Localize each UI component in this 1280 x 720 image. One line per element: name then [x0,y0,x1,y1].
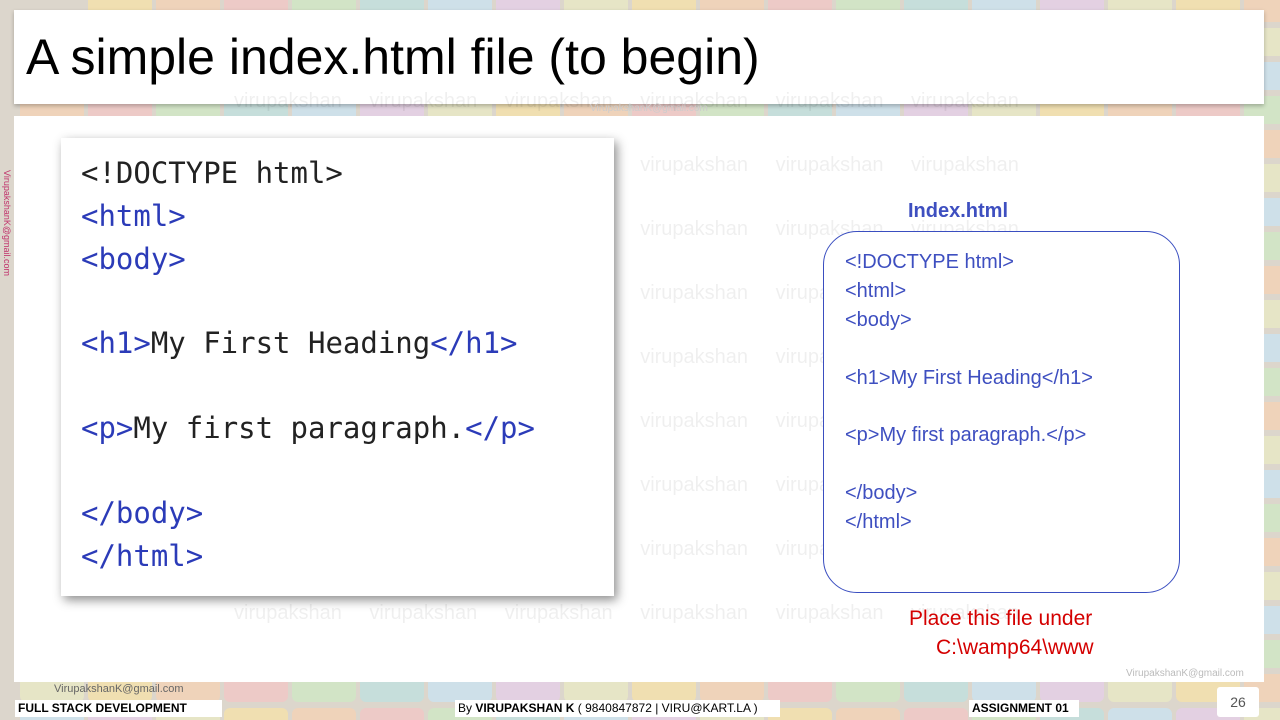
background-tile [836,708,900,720]
code-line: <body> [81,242,186,276]
code-box: <!DOCTYPE html> <html> <body> <h1>My Fir… [823,231,1180,593]
background-tile [360,708,424,720]
slide-content: virupakshan virupakshan virupakshan viru… [14,90,1264,682]
code-line: <p>My first paragraph.</p> [81,411,535,445]
footer-author-contact: ( 9840847872 | VIRU@KART.LA ) [574,701,758,715]
code-line: <!DOCTYPE html> [81,156,343,190]
code-line: <html> [81,199,186,233]
background-tile [904,708,968,720]
footer-course-label: FULL STACK DEVELOPMENT [18,701,187,715]
file-location-note: Place this file under C:\wamp64\www [909,604,1094,662]
code-screenshot: <!DOCTYPE html> <html> <body> <h1>My Fir… [61,138,614,596]
code-box-line: </html> [845,511,912,533]
background-tile [224,708,288,720]
footer-author-name: VIRUPAKSHAN K [475,701,575,715]
code-box-line: </body> [845,482,918,504]
footer-author-prefix: By [458,701,476,715]
watermark-row: virupakshan virupakshan virupakshan viru… [234,90,1019,112]
note-line-2: C:\wamp64\www [936,636,1094,659]
side-email: VirupakshanK@gmail.com [2,170,12,277]
slide-title: A simple index.html file (to begin) [26,29,760,85]
page-number: 26 [1217,687,1259,717]
code-box-line: <!DOCTYPE html> [845,251,1014,273]
note-line-1: Place this file under [909,607,1093,630]
code-box-line: <html> [845,280,907,302]
code-box-line: <h1>My First Heading</h1> [845,367,1093,389]
background-tile [292,708,356,720]
footer-author: By VIRUPAKSHAN K ( 9840847872 | VIRU@KAR… [455,700,780,717]
footer-assignment: ASSIGNMENT 01 [969,700,1079,717]
watermark-row: virupakshan virupakshan virupakshan viru… [234,602,1019,624]
code-box-title: Index.html [908,200,1009,222]
code-line: <h1>My First Heading</h1> [81,326,518,360]
code-box-line: <body> [845,309,912,331]
code-line: </html> [81,539,204,573]
footer-email: VirupakshanK@gmail.com [54,683,184,695]
footer-course: FULL STACK DEVELOPMENT [15,700,222,717]
footer-assignment-label: ASSIGNMENT 01 [972,701,1069,715]
code-box-line: <p>My first paragraph.</p> [845,424,1087,446]
code-line: </body> [81,496,204,530]
watermark-email-right: VirupakshanK@gmail.com [1126,668,1244,679]
background-tile [1108,708,1172,720]
